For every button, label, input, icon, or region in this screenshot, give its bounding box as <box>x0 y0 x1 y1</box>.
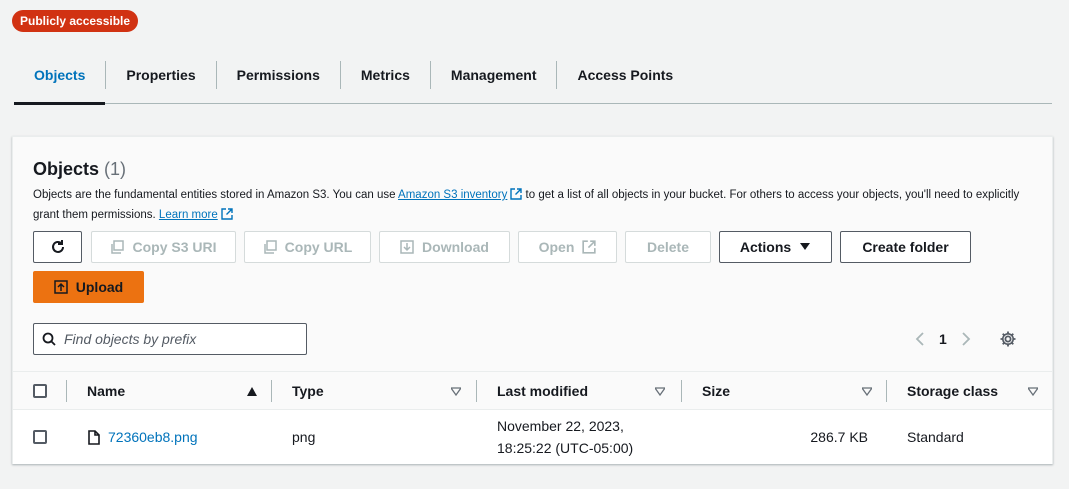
tab-bar: Objects Properties Permissions Metrics M… <box>14 46 1052 105</box>
create-folder-button[interactable]: Create folder <box>840 231 971 263</box>
type-cell: png <box>292 429 316 445</box>
size-cell: 286.7 KB <box>810 429 868 445</box>
tab-access-points[interactable]: Access Points <box>557 46 693 104</box>
table-row[interactable]: 72360eb8.png png November 22, 2023, 18:2… <box>13 410 1052 464</box>
delete-label: Delete <box>646 239 690 255</box>
tab-metrics[interactable]: Metrics <box>341 46 430 104</box>
search-input[interactable] <box>64 331 294 347</box>
storage-class-cell: Standard <box>907 429 964 445</box>
actions-label: Actions <box>739 239 792 255</box>
download-button[interactable]: Download <box>379 231 510 263</box>
description-text: Objects are the fundamental entities sto… <box>33 189 399 201</box>
panel-description: Objects are the fundamental entities sto… <box>33 185 1033 225</box>
objects-table: Name Type Last modified Size Storage cla… <box>13 371 1052 464</box>
name-cell: 72360eb8.png <box>88 410 198 464</box>
copy-s3-uri-label: Copy S3 URI <box>132 239 217 255</box>
object-name-link[interactable]: 72360eb8.png <box>108 429 198 445</box>
public-access-badge: Publicly accessible <box>12 10 139 32</box>
last-modified-date: November 22, 2023, <box>497 418 624 434</box>
column-header-name[interactable]: Name <box>87 372 125 409</box>
create-folder-label: Create folder <box>862 239 949 255</box>
search-box[interactable] <box>33 323 307 355</box>
learn-more-link[interactable]: Learn more <box>159 209 218 221</box>
pagination: 1 <box>915 327 1017 351</box>
page-number[interactable]: 1 <box>939 331 947 347</box>
external-link-icon <box>510 188 523 200</box>
column-header-storage-class[interactable]: Storage class <box>907 372 998 409</box>
copy-s3-uri-button[interactable]: Copy S3 URI <box>91 231 236 263</box>
column-header-type[interactable]: Type <box>292 372 324 409</box>
caret-down-icon <box>800 243 811 250</box>
chevron-right-icon[interactable] <box>961 331 971 347</box>
sort-caret-icon[interactable] <box>451 387 461 396</box>
copy-url-button[interactable]: Copy URL <box>244 231 371 263</box>
file-icon <box>88 429 100 445</box>
object-count: (1) <box>104 159 127 179</box>
tab-objects[interactable]: Objects <box>14 46 106 105</box>
s3-inventory-link[interactable]: Amazon S3 inventory <box>398 189 507 201</box>
upload-button[interactable]: Upload <box>33 271 144 303</box>
select-all-checkbox[interactable] <box>33 383 47 398</box>
column-header-last-modified[interactable]: Last modified <box>497 372 588 409</box>
column-divider <box>66 380 67 402</box>
download-icon <box>400 240 414 254</box>
copy-icon <box>263 240 277 254</box>
column-divider <box>886 380 887 402</box>
external-link-icon <box>582 240 597 254</box>
copy-icon <box>111 240 125 254</box>
tab-properties[interactable]: Properties <box>106 46 215 104</box>
external-link-icon <box>221 208 233 220</box>
row-checkbox[interactable] <box>33 430 47 444</box>
tab-management[interactable]: Management <box>431 46 557 104</box>
column-divider <box>476 380 477 402</box>
sort-caret-icon[interactable] <box>862 387 872 396</box>
chevron-left-icon[interactable] <box>915 331 925 347</box>
last-modified-cell: November 22, 2023, 18:25:22 (UTC-05:00) <box>497 410 633 464</box>
select-all-checkbox-cell <box>33 372 47 409</box>
column-header-size[interactable]: Size <box>702 372 730 409</box>
sort-caret-icon[interactable] <box>655 387 665 396</box>
actions-dropdown[interactable]: Actions <box>719 231 832 263</box>
refresh-icon <box>51 240 64 253</box>
open-label: Open <box>538 239 575 255</box>
column-divider <box>271 380 272 402</box>
last-modified-time: 18:25:22 (UTC-05:00) <box>497 440 634 456</box>
panel-title-text: Objects <box>33 159 100 179</box>
search-icon <box>42 332 56 346</box>
row-checkbox-cell <box>33 410 47 464</box>
panel-title: Objects (1) <box>33 159 126 180</box>
settings-gear-icon[interactable] <box>999 330 1017 348</box>
objects-panel: Objects (1) Objects are the fundamental … <box>12 136 1053 464</box>
upload-icon <box>54 280 68 294</box>
copy-url-label: Copy URL <box>284 239 353 255</box>
sort-caret-icon[interactable] <box>1028 387 1038 396</box>
refresh-button[interactable] <box>33 231 82 263</box>
download-label: Download <box>422 239 489 255</box>
column-divider <box>681 380 682 402</box>
open-button[interactable]: Open <box>518 231 617 263</box>
tab-permissions[interactable]: Permissions <box>217 46 340 104</box>
sort-ascending-icon[interactable] <box>247 387 257 396</box>
upload-label: Upload <box>75 279 124 295</box>
delete-button[interactable]: Delete <box>625 231 711 263</box>
table-header: Name Type Last modified Size Storage cla… <box>13 371 1052 410</box>
